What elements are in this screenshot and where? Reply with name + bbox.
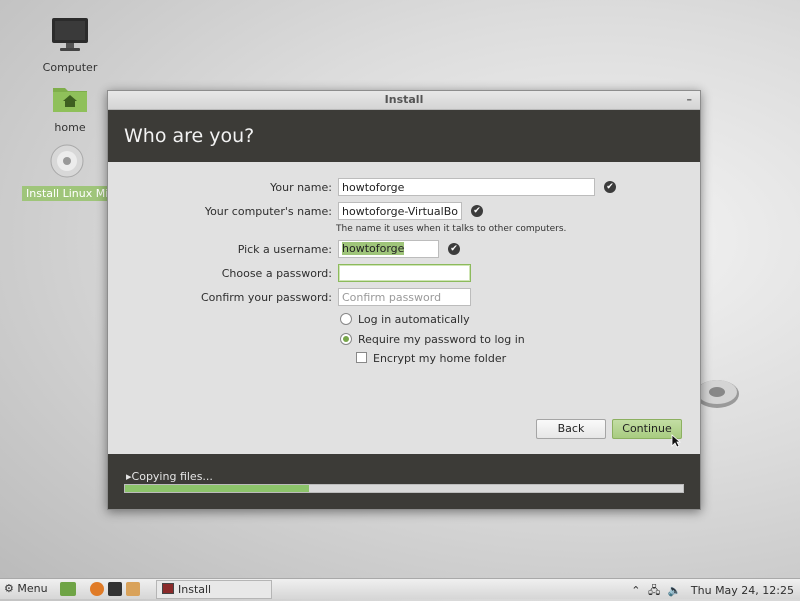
network-icon[interactable]: 🖧 — [648, 584, 660, 597]
username-input[interactable]: howtoforge — [338, 240, 439, 258]
login-require-radio[interactable]: Require my password to log in — [340, 333, 525, 346]
progress-status[interactable]: ▸Copying files... — [126, 470, 213, 483]
username-valid-icon: ✔ — [448, 243, 460, 255]
name-input[interactable] — [338, 178, 595, 196]
menu-button[interactable]: ⚙ Menu — [4, 582, 48, 595]
password-label: Choose a password: — [221, 267, 332, 280]
computer-label: Your computer's name: — [204, 205, 332, 218]
back-button[interactable]: Back — [536, 419, 606, 439]
name-label: Your name: — [270, 181, 332, 194]
login-auto-radio[interactable]: Log in automatically — [340, 313, 470, 326]
computer-valid-icon: ✔ — [471, 205, 483, 217]
files-icon[interactable] — [126, 582, 140, 596]
terminal-icon[interactable] — [108, 582, 122, 596]
minimize-button[interactable]: – — [687, 91, 693, 109]
cd-icon — [50, 144, 84, 178]
taskbar-item-install[interactable]: Install — [156, 580, 272, 599]
firefox-icon[interactable] — [90, 582, 104, 596]
desktop-icon-label: home — [54, 121, 86, 134]
task-label: Install — [178, 583, 212, 596]
computer-icon — [52, 18, 88, 51]
clock[interactable]: Thu May 24, 12:25 — [691, 584, 794, 597]
username-label: Pick a username: — [237, 243, 332, 256]
menu-label: Menu — [17, 582, 48, 595]
encrypt-checkbox[interactable]: Encrypt my home folder — [356, 352, 506, 365]
progress-footer: ▸Copying files... — [108, 454, 700, 509]
progress-bar — [124, 484, 684, 493]
installer-window: Install – Who are you? Your name: ✔ Your… — [107, 90, 701, 510]
radio-icon — [340, 313, 352, 325]
computer-name-input[interactable] — [338, 202, 462, 220]
home-folder-icon — [53, 88, 87, 112]
system-tray: ⌃ 🖧 🔈 Thu May 24, 12:25 — [631, 582, 794, 601]
volume-icon[interactable]: 🔈 — [668, 584, 682, 597]
desktop-icon-home[interactable]: home — [25, 82, 115, 134]
show-desktop-icon[interactable] — [60, 582, 76, 596]
mouse-cursor-icon — [671, 434, 681, 448]
window-title: Install — [384, 93, 424, 106]
login-require-label: Require my password to log in — [358, 333, 525, 346]
desktop-icon-computer[interactable]: Computer — [25, 16, 115, 74]
desktop-icon-label: Install Linux Mi — [22, 186, 113, 201]
computer-hint: The name it uses when it talks to other … — [336, 224, 567, 234]
login-auto-label: Log in automatically — [358, 313, 470, 326]
window-titlebar[interactable]: Install – — [108, 91, 700, 110]
password-input[interactable] — [338, 264, 471, 282]
chevron-up-icon[interactable]: ⌃ — [631, 584, 640, 597]
encrypt-label: Encrypt my home folder — [373, 352, 507, 365]
install-app-icon — [162, 583, 174, 594]
progress-bar-fill — [125, 485, 310, 492]
page-title: Who are you? — [108, 110, 700, 162]
desktop-icon-install[interactable]: Install Linux Mi — [22, 143, 113, 201]
taskbar: ⚙ Menu Install ⌃ 🖧 🔈 Thu May 24, 12:25 — [0, 578, 800, 599]
progress-status-label: Copying files... — [131, 470, 213, 483]
confirm-label: Confirm your password: — [200, 291, 332, 304]
gear-icon: ⚙ — [4, 582, 14, 595]
username-value: howtoforge — [342, 242, 405, 255]
radio-selected-icon — [340, 333, 352, 345]
confirm-password-input[interactable] — [338, 288, 471, 306]
name-valid-icon: ✔ — [604, 181, 616, 193]
checkbox-icon — [356, 352, 367, 363]
desktop-icon-label: Computer — [42, 61, 98, 74]
